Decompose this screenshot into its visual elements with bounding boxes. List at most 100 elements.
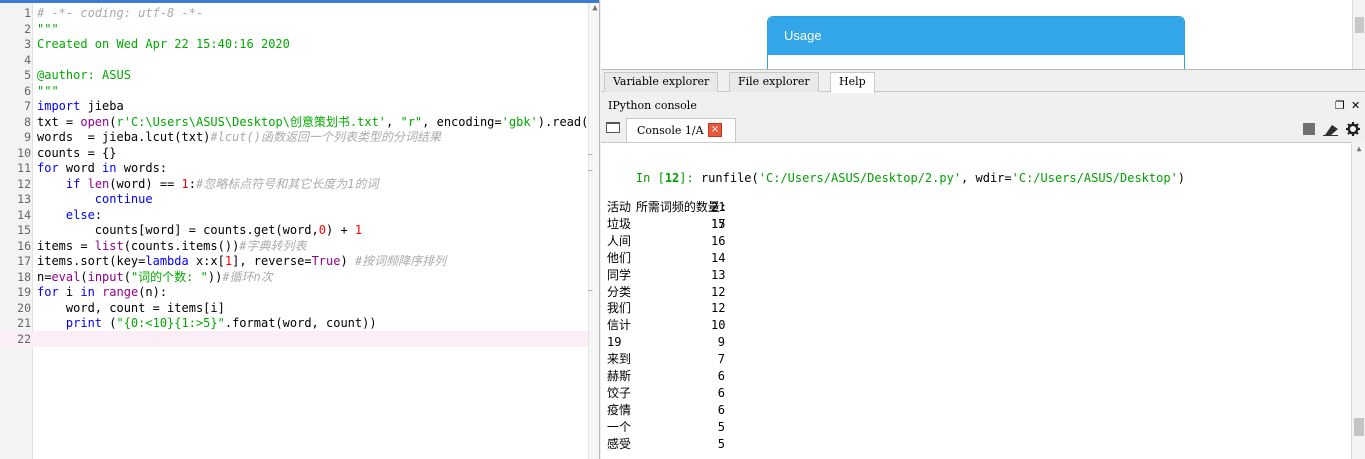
code-token: (word) ==: [109, 176, 182, 191]
close-icon[interactable]: ✕: [1351, 99, 1360, 112]
console-toolbar: Console 1/A ×: [601, 116, 1365, 142]
output-count: 16: [711, 233, 726, 248]
console-scrollbar[interactable]: ▲: [1351, 142, 1365, 459]
code-line[interactable]: 13 continue: [0, 191, 588, 207]
code-token: eval: [51, 269, 81, 284]
code-token: # -*- coding: utf-8 -*-: [37, 6, 204, 20]
console-pane-header: IPython console ❐ ✕: [601, 96, 1365, 116]
output-count: 5: [717, 419, 725, 434]
code-line[interactable]: 3 Created on Wed Apr 22 15:40:16 2020: [0, 36, 588, 52]
output-word: 人间: [607, 233, 632, 248]
scroll-thumb[interactable]: [1354, 418, 1364, 436]
code-token: )): [207, 269, 223, 284]
code-line[interactable]: 19 for i in range(n):: [0, 284, 588, 300]
code-line[interactable]: 9 words = jieba.lcut(txt)#lcut()函数返回一个列表类…: [0, 129, 588, 145]
code-line[interactable]: 15 counts[word] = counts.get(word,0) + 1: [0, 222, 588, 238]
code-token: if: [65, 176, 81, 191]
scroll-thumb[interactable]: [1355, 17, 1364, 33]
editor-scrollbar[interactable]: ▲: [588, 3, 599, 459]
output-word: 垃圾: [607, 216, 632, 231]
tab-help[interactable]: Help: [830, 72, 875, 93]
line-number: 4: [24, 52, 31, 67]
output-word: 来到: [607, 352, 632, 367]
code-line[interactable]: 12 if len(word) == 1:#忽略标点符号和其它长度为1的词: [0, 176, 588, 192]
code-line[interactable]: 7 import jieba: [0, 98, 588, 114]
line-number: 20: [17, 300, 31, 315]
fold-marker-icon[interactable]: −: [588, 150, 593, 159]
code-line[interactable]: 20 word, count = items[i]: [0, 300, 588, 316]
fold-marker-icon[interactable]: −: [588, 166, 593, 175]
eraser-icon[interactable]: [1323, 123, 1339, 136]
code-token: (: [123, 269, 131, 284]
code-text: import jieba: [37, 98, 124, 114]
code-line[interactable]: 6 """: [0, 83, 588, 99]
code-token: #字典转列表: [239, 238, 307, 253]
code-text: continue: [37, 191, 153, 207]
code-text: items = list(counts.items())#字典转列表: [37, 238, 307, 254]
code-token: input: [87, 269, 124, 284]
pane-tab-bar: Variable explorer File explorer Help: [601, 70, 1365, 93]
code-text: items.sort(key=lambda x:x[1], reverse=Tr…: [37, 253, 446, 269]
output-count: 6: [717, 369, 725, 383]
code-text: txt = open(r'C:\Users\ASUS\Desktop\创意策划书…: [37, 114, 596, 130]
gear-icon[interactable]: [1346, 122, 1360, 136]
code-line[interactable]: 14 else:: [0, 207, 588, 223]
close-tab-icon[interactable]: ×: [708, 123, 722, 137]
code-area[interactable]: 1 # -*- coding: utf-8 -*- 2 """ 3 Created on …: [0, 3, 596, 459]
tab-variable-explorer[interactable]: Variable explorer: [604, 72, 719, 92]
line-number: 9: [24, 130, 31, 144]
code-token: Created on Wed Apr 22 15:40:16 2020: [37, 37, 290, 51]
code-token: word, count = items[i]: [37, 300, 225, 315]
output-count: 17: [711, 216, 726, 231]
code-token: #循环n次: [222, 269, 273, 284]
code-token: word: [58, 161, 103, 175]
code-token: i: [58, 285, 81, 299]
console-pane-title: IPython console: [608, 99, 697, 112]
line-number: 14: [17, 207, 31, 222]
code-line[interactable]: 21 print ("{0:<10}{1:>5}".format(word, c…: [0, 315, 588, 331]
code-line[interactable]: 18 n=eval(input("词的个数: "))#循环n次: [0, 269, 588, 285]
output-word: 赫斯: [607, 369, 632, 383]
command-path: 'C:/Users/ASUS/Desktop/2.py': [758, 171, 962, 185]
scroll-up-icon[interactable]: ▲: [1354, 144, 1364, 153]
line-number: 1: [24, 6, 31, 20]
command-end: ): [1177, 171, 1186, 185]
output-word: 信计: [607, 318, 632, 333]
scroll-up-icon[interactable]: ▲: [590, 3, 599, 15]
command-wdir: 'C:/Users/ASUS/Desktop': [1011, 171, 1178, 185]
code-token: ,: [386, 114, 401, 129]
code-token: @author: ASUS: [37, 68, 131, 82]
code-line[interactable]: 1 # -*- coding: utf-8 -*-: [0, 5, 588, 21]
code-line[interactable]: 10 counts = {}: [0, 145, 588, 161]
code-line[interactable]: 22: [0, 330, 588, 347]
code-token: n=: [37, 269, 52, 284]
code-editor[interactable]: 1 # -*- coding: utf-8 -*- 2 """ 3 Created on …: [0, 0, 600, 459]
code-token: """: [37, 21, 59, 36]
output-count: 21: [711, 200, 726, 214]
code-line[interactable]: 17 items.sort(key=lambda x:x[1], reverse=…: [0, 253, 588, 269]
code-line[interactable]: 5 @author: ASUS: [0, 67, 588, 83]
code-text: else:: [37, 207, 102, 223]
tab-console-1a[interactable]: Console 1/A ×: [626, 118, 736, 142]
output-word: 饺子: [607, 385, 632, 400]
console-output[interactable]: In [12]: runfile('C:/Users/ASUS/Desktop/…: [601, 142, 1365, 459]
stop-icon[interactable]: [1303, 123, 1315, 135]
code-line[interactable]: 2 """: [0, 21, 588, 37]
tab-file-explorer[interactable]: File explorer: [729, 72, 819, 92]
folder-icon[interactable]: [606, 122, 620, 133]
code-token: import: [37, 99, 81, 113]
code-line[interactable]: 16 items = list(counts.items())#字典转列表: [0, 238, 588, 254]
undock-icon[interactable]: ❐: [1335, 99, 1345, 112]
code-token: #lcut()函数返回一个列表类型的分词结果: [210, 130, 441, 144]
code-line[interactable]: 4: [0, 52, 588, 68]
code-line[interactable]: 8 txt = open(r'C:\Users\ASUS\Desktop\创意策划…: [0, 114, 596, 130]
fold-marker-icon[interactable]: −: [588, 286, 593, 295]
code-text: @author: ASUS: [37, 67, 131, 83]
output-count: 12: [711, 284, 726, 299]
code-token: :: [94, 207, 103, 222]
help-scrollbar[interactable]: [1352, 0, 1365, 69]
code-token: open: [80, 114, 110, 129]
code-line[interactable]: 11 for word in words:: [0, 160, 588, 176]
